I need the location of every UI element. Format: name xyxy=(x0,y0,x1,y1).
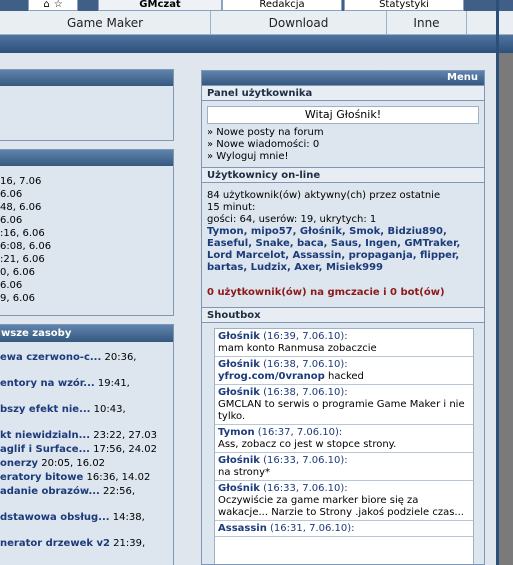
left-panel-stats-header xyxy=(0,150,173,166)
resource-item[interactable]: aglif i Surface... 17:56, 24.02 xyxy=(0,444,173,458)
shout-text: mam konto Ranmusa zobaczcie xyxy=(218,343,377,354)
user-panel-header: Panel użytkownika xyxy=(202,85,484,101)
shout-author[interactable]: Głośnik xyxy=(218,359,260,370)
home-icons: ⌂ ☆ xyxy=(28,0,78,11)
main-nav: Game Maker Download Inne xyxy=(0,11,513,35)
shout-text: hacked xyxy=(324,371,364,382)
online-users-header: Użytkownicy on-line xyxy=(202,167,484,183)
shout-message: Głośnik (16:39, 7.06.10): mam konto Ranm… xyxy=(215,329,473,357)
resources-header: wsze zasoby xyxy=(0,325,173,342)
shout-text: na strony* xyxy=(218,467,271,478)
gmczat-status: 0 użytkownik(ów) na gmczacie i 0 bot(ów) xyxy=(207,287,445,298)
shout-text: Ass, zobacz co jest w stopce strony. xyxy=(218,439,397,450)
resource-item[interactable]: dstawowa obsług... 14:38, xyxy=(0,512,173,538)
resource-item[interactable]: bszy efekt nie... 10:43, xyxy=(0,404,173,430)
shout-time: (16:38, 7.06.10): xyxy=(263,359,348,370)
shout-time: (16:33, 7.06.10): xyxy=(263,483,348,494)
shoutbox: Głośnik (16:39, 7.06.10): mam konto Ranm… xyxy=(214,328,474,564)
shout-message: Głośnik (16:38, 7.06.10): yfrog.com/0vra… xyxy=(215,357,473,385)
resource-item[interactable]: onerzy 20:05, 16.02 xyxy=(0,458,173,472)
nav-download[interactable]: Download xyxy=(210,11,386,35)
shout-time: (16:33, 7.06.10): xyxy=(263,455,348,466)
online-user-list[interactable]: bartas, Ludzix, Axer, Misiek999 xyxy=(207,262,479,274)
shout-author[interactable]: Głośnik xyxy=(218,483,260,494)
left-panel-top xyxy=(0,69,174,141)
nav-inne[interactable]: Inne xyxy=(386,11,466,35)
left-panel-top-header xyxy=(0,70,173,86)
shout-author[interactable]: Głośnik xyxy=(218,331,260,342)
link-logout[interactable]: » Wyloguj mnie! xyxy=(207,151,484,163)
left-panel-resources: wsze zasoby ewa czerwono-c... 20:36, ent… xyxy=(0,324,174,565)
nav-game-maker[interactable]: Game Maker xyxy=(0,11,210,35)
stats-row: 9, 6.06 xyxy=(0,293,35,304)
shout-message: Assassin (16:31, 7.06.10): xyxy=(215,521,473,537)
nav-spacer xyxy=(466,11,496,35)
link-new-messages[interactable]: » Nowe wiadomości: 0 xyxy=(207,139,484,151)
left-panel-stats: 16, 7.06 6.06 48, 6.06 6.06 :16, 6.06 6:… xyxy=(0,149,174,316)
online-summary: 84 użytkownik(ów) aktywny(ch) przez osta… xyxy=(207,190,441,201)
tab-gmczat[interactable]: GMczat xyxy=(98,0,222,11)
shout-author[interactable]: Tymon xyxy=(218,427,255,438)
online-users-panel: 84 użytkownik(ów) aktywny(ch) przez osta… xyxy=(202,183,484,303)
online-counts: gości: 64, userów: 19, ukrytych: 1 xyxy=(207,214,377,225)
home-icon[interactable]: ⌂ xyxy=(43,0,49,10)
resource-item[interactable]: nerator drzewek v2 21:39, xyxy=(0,538,173,552)
stats-row: 6.06 xyxy=(0,215,23,226)
star-icon[interactable]: ☆ xyxy=(54,0,63,10)
stats-row: 6:08, 6.06 xyxy=(0,241,52,252)
link-new-posts[interactable]: » Nowe posty na forum xyxy=(207,127,484,139)
stats-row: :16, 6.06 xyxy=(0,228,45,239)
tab-redakcja[interactable]: Redakcja xyxy=(222,0,342,11)
shoutbox-header: Shoutbox xyxy=(202,307,484,323)
resource-item[interactable]: ewa czerwono-c... 20:36, xyxy=(0,352,173,378)
online-user-list[interactable]: Easeful, Snake, baca, Saus, Ingen, GMTra… xyxy=(207,238,479,250)
stats-row: 16, 7.06 xyxy=(0,176,42,187)
online-user-list[interactable]: Lord Marcelot, Assassin, propaganja, fli… xyxy=(207,250,479,262)
shout-message: Głośnik (16:33, 7.06.10): na strony* xyxy=(215,453,473,481)
shout-time: (16:31, 7.06.10): xyxy=(270,523,355,534)
shout-time: (16:38, 7.06.10): xyxy=(263,387,348,398)
shout-time: (16:37, 7.06.10): xyxy=(257,427,343,438)
shout-text: Oczywiście za game marker biore się za w… xyxy=(218,495,464,518)
resource-item[interactable]: eratory bitowe 16:36, 14.02 xyxy=(0,472,173,486)
menu-column: Menu Panel użytkownika Witaj Głośnik! » … xyxy=(201,70,485,565)
menu-header: Menu xyxy=(202,71,484,85)
shout-author[interactable]: Głośnik xyxy=(218,455,260,466)
welcome-box: Witaj Głośnik! xyxy=(207,106,479,124)
resource-item[interactable]: kt niewidzialn... 23:22, 27.03 xyxy=(0,430,173,444)
shout-message: Głośnik (16:33, 7.06.10): Oczywiście za … xyxy=(215,481,473,521)
stats-row: :21, 6.06 xyxy=(0,254,45,265)
stats-row: 48, 6.06 xyxy=(0,202,42,213)
online-summary: 15 minut: xyxy=(207,202,256,213)
resource-item[interactable]: adanie obrazów... 22:56, xyxy=(0,486,173,512)
tab-statystyki[interactable]: Statystyki xyxy=(344,0,464,11)
stats-row: 6.06 xyxy=(0,280,23,291)
shout-message: Głośnik (16:38, 7.06.10): GMCLAN to serw… xyxy=(215,385,473,425)
shout-text: GMCLAN to serwis o programie Game Maker … xyxy=(218,399,465,422)
shout-author[interactable]: Assassin xyxy=(218,523,267,534)
shout-link[interactable]: yfrog.com/0vranop xyxy=(218,371,325,382)
page-edge-line xyxy=(496,0,499,565)
stats-row: 6.06 xyxy=(0,189,23,200)
shout-author[interactable]: Głośnik xyxy=(218,387,260,398)
online-user-list[interactable]: Tymon, mipo57, Głośnik, Smok, Bidziu890, xyxy=(207,226,479,238)
resource-item[interactable]: entory na wzór... 19:41, xyxy=(0,378,173,404)
header-band xyxy=(0,35,513,53)
stats-row: 0, 6.06 xyxy=(0,267,35,278)
shout-time: (16:39, 7.06.10): xyxy=(263,331,348,342)
shout-message: Tymon (16:37, 7.06.10): Ass, zobacz co j… xyxy=(215,425,473,453)
